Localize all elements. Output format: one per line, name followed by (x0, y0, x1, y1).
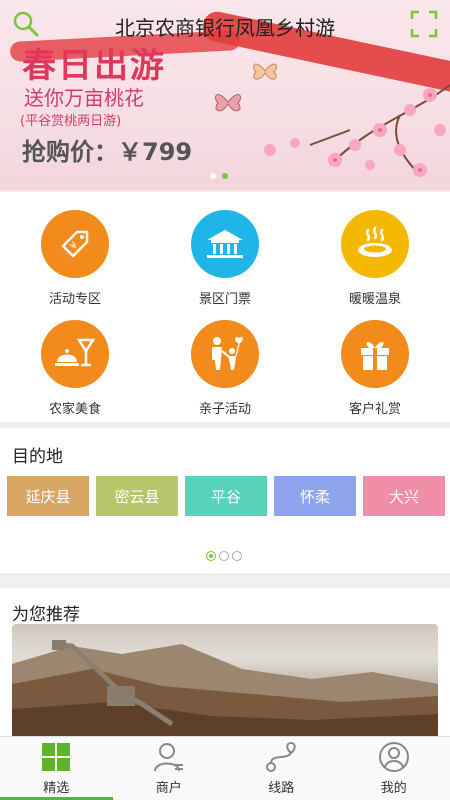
category-food[interactable]: 农家美食 (0, 320, 150, 417)
banner-dot-active[interactable] (222, 173, 228, 179)
butterfly-decoration (252, 63, 278, 80)
destinations-section: 目的地 延庆县 密云县 平谷 怀柔 大兴 (0, 428, 450, 573)
tab-merchants[interactable]: 商户 (113, 737, 226, 800)
search-icon[interactable] (12, 10, 40, 38)
page-dot-active[interactable] (206, 551, 216, 561)
grid-icon (42, 743, 71, 771)
destination-pagination (206, 551, 242, 561)
recommend-photo-great-wall[interactable] (12, 624, 438, 738)
category-gifts[interactable]: 客户礼赏 (300, 320, 450, 417)
category-label: 景区门票 (198, 292, 251, 307)
banner-title: 春日出游 (22, 46, 166, 86)
section-heading: 为您推荐 (12, 605, 80, 625)
category-label: 活动专区 (48, 292, 101, 307)
page-title: 北京农商银行凤凰乡村游 (115, 16, 335, 40)
category-icon-bg (341, 320, 409, 388)
category-activities[interactable]: ¥ 活动专区 (0, 210, 150, 307)
category-family[interactable]: 亲子活动 (150, 320, 300, 417)
destination-chip-pinggu[interactable]: 平谷 (185, 476, 267, 516)
peach-blossom-decoration (264, 84, 450, 177)
scenic-temple-icon (207, 230, 243, 258)
category-label: 暖暖温泉 (348, 292, 401, 307)
gift-icon (361, 341, 389, 370)
great-wall-landscape-image (12, 640, 438, 738)
price-tag-icon: ¥ (61, 230, 89, 258)
scan-icon[interactable] (410, 10, 438, 38)
category-hot-spring[interactable]: 暖暖温泉 (300, 210, 450, 307)
section-heading: 目的地 (12, 447, 63, 467)
category-grid: ¥ 活动专区 景区门票 暖暖温泉 农家美食 亲子活动 客户礼赏 (0, 190, 450, 422)
tab-label: 商户 (155, 781, 182, 796)
category-label: 客户礼赏 (348, 402, 401, 417)
tab-mine[interactable]: 我的 (338, 737, 450, 800)
food-cloche-icon (55, 338, 96, 367)
destination-chip-daxing[interactable]: 大兴 (363, 476, 445, 516)
banner-dot[interactable] (210, 173, 216, 179)
app-screen: 北京农商银行凤凰乡村游 春日出游 送你万亩桃花 (平谷赏桃两日游) 抢购价：￥7… (0, 0, 450, 800)
category-icon-bg (191, 210, 259, 278)
category-icon-bg (191, 320, 259, 388)
merchant-user-icon (153, 743, 183, 772)
destination-list: 延庆县 密云县 平谷 怀柔 大兴 (7, 476, 445, 516)
category-icon-bg (341, 210, 409, 278)
tab-label: 精选 (43, 781, 70, 796)
recommend-section: 为您推荐 (0, 588, 450, 738)
tab-routes[interactable]: 线路 (225, 737, 338, 800)
promo-banner[interactable]: 北京农商银行凤凰乡村游 春日出游 送你万亩桃花 (平谷赏桃两日游) 抢购价：￥7… (0, 0, 450, 190)
category-tickets[interactable]: 景区门票 (150, 210, 300, 307)
destination-chip-huairou[interactable]: 怀柔 (274, 476, 356, 516)
banner-note: (平谷赏桃两日游) (20, 114, 122, 129)
category-label: 农家美食 (48, 402, 101, 417)
page-dot[interactable] (219, 551, 229, 561)
destination-chip-yanqing[interactable]: 延庆县 (7, 476, 89, 516)
parent-child-icon (212, 336, 243, 370)
banner-price: 抢购价：￥799 (22, 138, 193, 166)
category-icon-bg: ¥ (41, 210, 109, 278)
category-label: 亲子活动 (198, 402, 251, 417)
category-icon-bg (41, 320, 109, 388)
banner-subtitle: 送你万亩桃花 (24, 86, 144, 110)
tab-featured[interactable]: 精选 (0, 737, 113, 800)
tab-label: 线路 (268, 781, 295, 796)
hot-spring-icon (358, 226, 392, 257)
page-dot[interactable] (232, 551, 242, 561)
butterfly-decoration-2 (214, 94, 242, 112)
banner-pagination (210, 173, 228, 179)
bottom-tab-bar: 精选 商户 线路 我的 (0, 736, 450, 800)
tab-label: 我的 (380, 781, 407, 796)
destination-chip-miyun[interactable]: 密云县 (96, 476, 178, 516)
route-icon (266, 741, 296, 772)
profile-icon (378, 742, 409, 772)
